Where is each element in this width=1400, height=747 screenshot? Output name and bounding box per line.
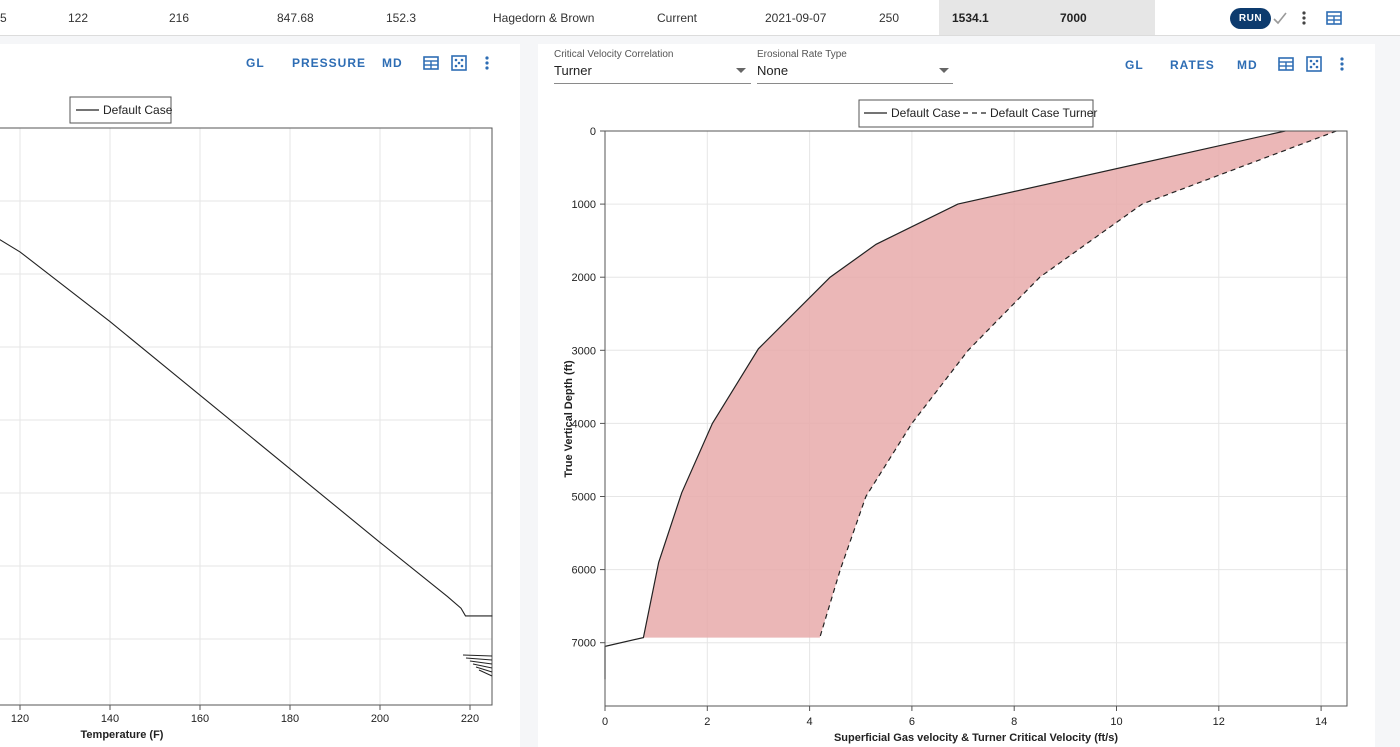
x-tick-label: 140	[101, 713, 119, 725]
y-tick-label: 7000	[572, 638, 596, 650]
x-tick-label: 14	[1315, 716, 1327, 728]
table-cell: 1534.1	[952, 11, 989, 25]
legend: Default Case Default Case Turner	[858, 99, 1097, 128]
table-cell: 847.68	[277, 11, 314, 25]
run-button[interactable]: RUN	[1230, 8, 1271, 29]
table-row[interactable]: 5 122 216 847.68 152.3 Hagedorn & Brown …	[0, 0, 1400, 36]
table-cell: 7000	[1060, 11, 1087, 25]
legend: Default Case	[69, 96, 173, 124]
table-cell: 152.3	[386, 11, 417, 25]
y-tick-label: 5000	[572, 492, 596, 504]
y-tick-label: 3000	[572, 345, 596, 357]
x-tick-label: 220	[461, 713, 479, 725]
table-cell: Hagedorn & Brown	[493, 11, 595, 25]
gridlines	[0, 128, 492, 705]
series-line-default-case	[0, 239, 493, 617]
y-tick-label: 6000	[572, 565, 596, 577]
velocity-chart: Default Case Default Case Turner 0 2 4 6 8 10…	[563, 99, 1348, 744]
x-tick-label: 10	[1110, 716, 1122, 728]
x-tick-label: 160	[191, 713, 209, 725]
y-axis-label: True Vertical Depth (ft)	[563, 360, 575, 478]
legend-label: Default Case Turner	[990, 106, 1097, 120]
x-tick-label: 180	[281, 713, 299, 725]
table-cell: Current	[657, 11, 698, 25]
y-tick-label: 0	[590, 126, 596, 138]
x-ticks: 0 2 4 6 8 10 12 14	[602, 706, 1327, 728]
temperature-panel: GL PRESSURE MD Default Case 120 140 160 180…	[0, 44, 520, 747]
temperature-chart: Default Case 120 140 160 180 200 220 Temperat…	[0, 96, 493, 741]
y-tick-label: 1000	[572, 199, 596, 211]
more-vert-icon[interactable]	[1298, 10, 1310, 26]
x-tick-label: 4	[807, 716, 813, 728]
velocity-gap-fill	[643, 131, 1337, 638]
velocity-panel: Critical Velocity Correlation Turner Ero…	[538, 44, 1375, 747]
x-tick-label: 0	[602, 716, 608, 728]
x-axis-label: Temperature (F)	[81, 729, 164, 741]
x-tick-label: 8	[1011, 716, 1017, 728]
x-tick-label: 2	[704, 716, 710, 728]
table-cell: 5	[0, 11, 7, 25]
legend-label: Default Case	[891, 106, 961, 120]
x-ticks: 120 140 160 180 200 220	[11, 705, 479, 725]
table-cell: 250	[879, 11, 900, 25]
check-icon[interactable]	[1272, 11, 1288, 25]
table-cell: 216	[169, 11, 190, 25]
table-cell: 122	[68, 11, 89, 25]
x-tick-label: 200	[371, 713, 389, 725]
table-cell: 2021-09-07	[765, 11, 827, 25]
x-tick-label: 120	[11, 713, 29, 725]
x-tick-label: 6	[909, 716, 915, 728]
y-tick-label: 4000	[572, 418, 596, 430]
line-noise	[462, 654, 493, 677]
y-ticks: 0 1000 2000 3000 4000 5000 6000 7000	[572, 126, 605, 650]
y-tick-label: 2000	[572, 272, 596, 284]
x-tick-label: 12	[1213, 716, 1225, 728]
legend-label: Default Case	[103, 103, 173, 117]
table-icon[interactable]	[1326, 11, 1342, 25]
plot-frame	[0, 127, 493, 706]
x-axis-label: Superficial Gas velocity & Turner Critic…	[834, 732, 1118, 744]
